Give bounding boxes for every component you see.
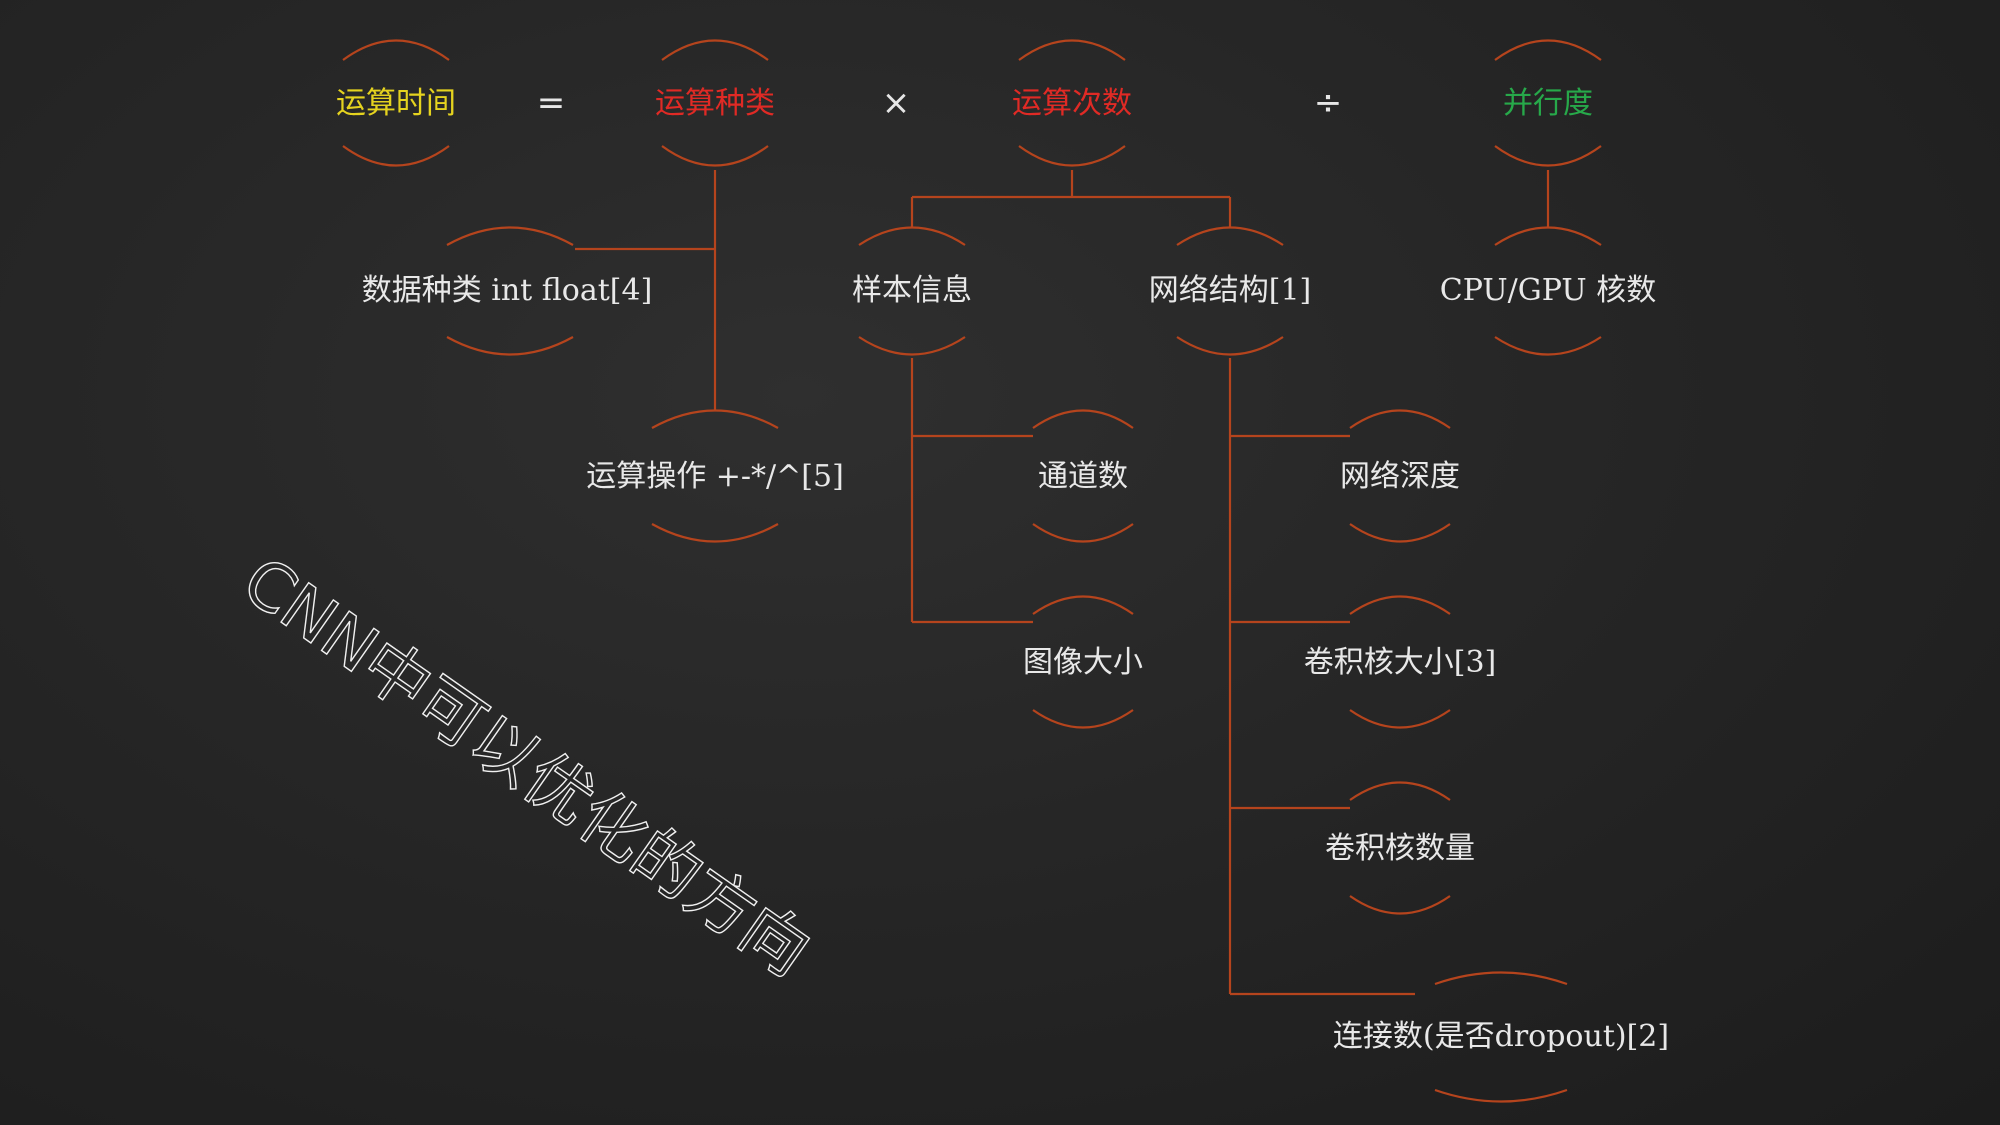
node-connections: 连接数(是否dropout)[2] [1333, 1019, 1669, 1054]
node-brackets [342, 39, 1602, 1103]
node-count: 运算次数 [1012, 86, 1132, 121]
node-ops: 运算操作 +-*/^[5] [586, 459, 844, 494]
node-parallel: 并行度 [1503, 86, 1593, 121]
node-sample: 样本信息 [852, 273, 972, 308]
divide-sign: ÷ [1314, 83, 1343, 123]
watermark-title: CNN中可以优化的方向 [229, 542, 824, 991]
node-kinds: 运算种类 [655, 86, 775, 121]
node-dtype: 数据种类 int float[4] [362, 273, 653, 308]
node-network: 网络结构[1] [1149, 273, 1312, 308]
node-kernel-size: 卷积核大小[3] [1304, 645, 1497, 680]
node-kernel-count: 卷积核数量 [1325, 831, 1475, 866]
equals-sign: = [537, 83, 566, 123]
multiply-sign: × [882, 83, 911, 123]
node-channels: 通道数 [1038, 459, 1128, 494]
node-cores: CPU/GPU 核数 [1440, 273, 1656, 308]
node-image-size: 图像大小 [1023, 645, 1143, 680]
node-depth: 网络深度 [1340, 459, 1460, 494]
node-time: 运算时间 [336, 86, 456, 121]
diagram-canvas: 运算时间 = 运算种类 × 运算次数 ÷ 并行度 数据种类 int float[… [228, 39, 1669, 1103]
